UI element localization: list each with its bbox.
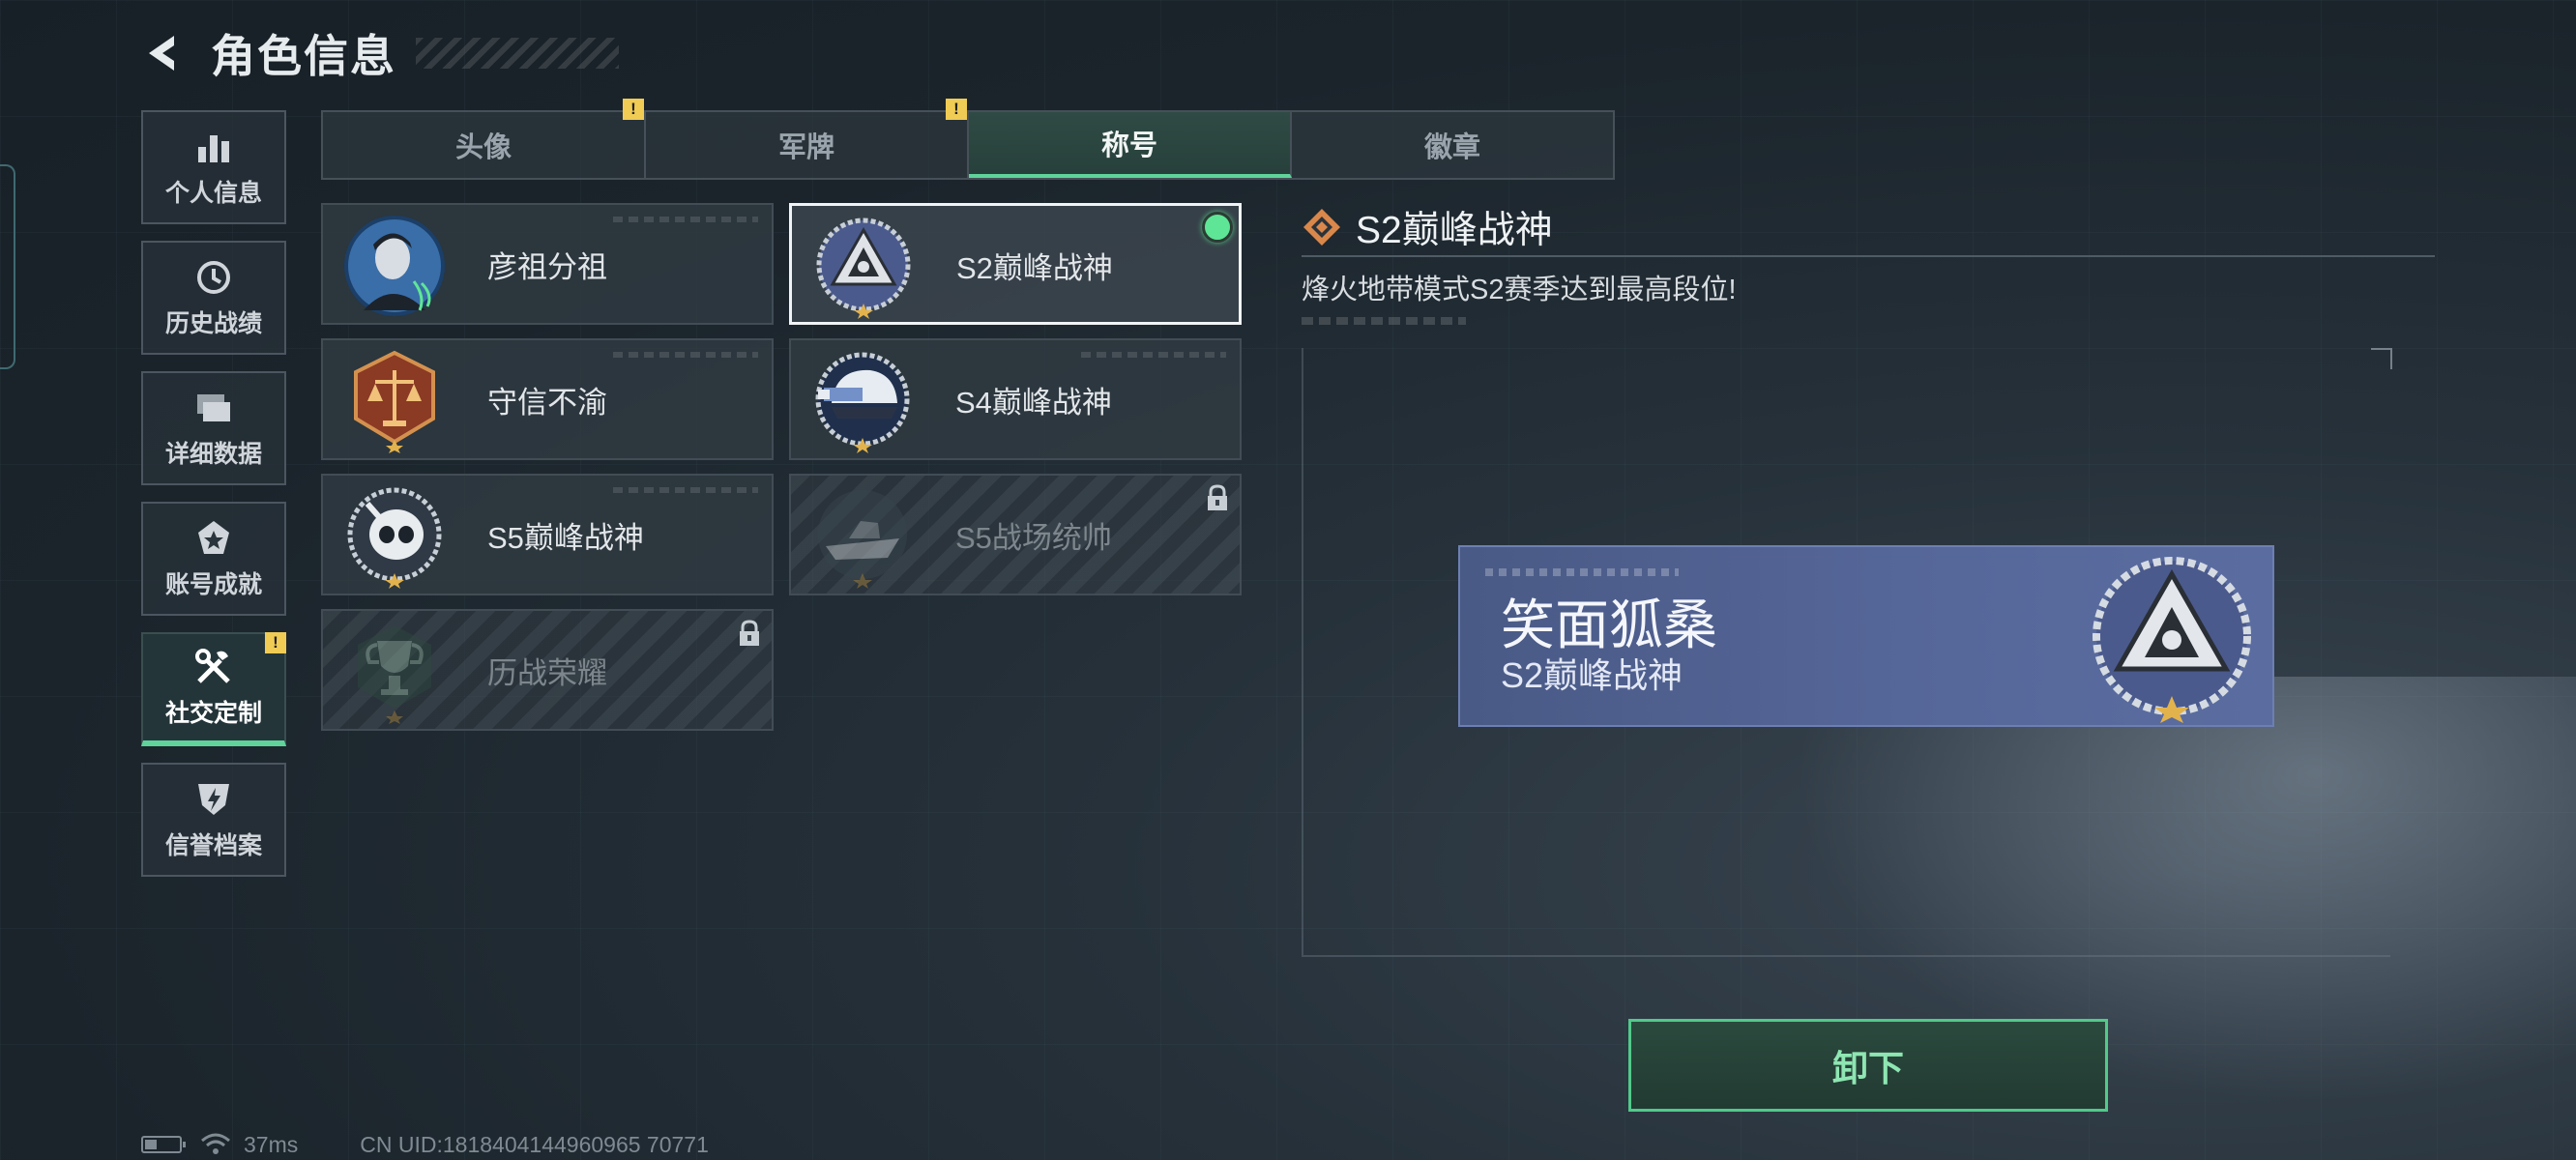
folders-icon (192, 387, 235, 429)
page-title: 角色信息 (211, 31, 396, 81)
detail-header: S2巅峰战神 (1302, 203, 2435, 251)
status-bar: 37ms CN UID:1818404144960965 70771 (141, 1131, 709, 1158)
peak-triangle-emblem-icon (2093, 557, 2251, 723)
card-decoration (613, 217, 758, 222)
title-card[interactable]: 守信不渝 (321, 338, 774, 460)
portrait-avatar-icon (344, 216, 445, 316)
tab-badge[interactable]: 徽章 (1292, 112, 1613, 178)
wifi-icon (201, 1133, 230, 1154)
tab-title[interactable]: 称号 (969, 112, 1292, 178)
tab-label: 军牌 (777, 132, 834, 163)
title-card-label: S5战场统帅 (955, 520, 1112, 555)
nameplate-title: S2巅峰战神 (1501, 655, 1683, 695)
title-card-label: 历战荣耀 (487, 655, 607, 690)
boat-emblem-icon (818, 490, 907, 589)
title-card-selected[interactable]: S2巅峰战神 (789, 203, 1242, 325)
achievement-star-icon (192, 517, 235, 560)
detail-decoration (1302, 317, 1466, 325)
lock-icon (1208, 484, 1227, 510)
unequip-button[interactable]: 卸下 (1628, 1019, 2108, 1112)
detail-description: 烽火地带模式S2赛季达到最高段位! (1302, 275, 1737, 305)
card-decoration (613, 352, 758, 358)
tab-label: 称号 (1100, 130, 1157, 161)
nav-label: 账号成就 (164, 571, 262, 598)
title-card-label: S5巅峰战神 (487, 520, 644, 555)
nameplate-decoration (1485, 568, 1679, 576)
back-button[interactable] (135, 24, 193, 82)
shield-bolt-icon (192, 778, 235, 821)
title-card[interactable]: 彦祖分祖 (321, 203, 774, 325)
tab-avatar[interactable]: 头像 ! (323, 99, 646, 178)
side-edge-tab[interactable] (0, 164, 15, 369)
tab-label: 徽章 (1423, 132, 1480, 163)
helmet-emblem-icon (815, 352, 910, 453)
nav-label: 社交定制 (164, 700, 262, 727)
equipped-indicator (1202, 212, 1233, 243)
nav-label: 详细数据 (164, 441, 262, 468)
detail-title: S2巅峰战神 (1356, 210, 1553, 251)
uid-text: CN UID:1818404144960965 70771 (360, 1131, 709, 1157)
battery-level (145, 1140, 157, 1149)
side-nav: 个人信息 历史战绩 详细数据 账号成就 ! 社交定制 信誉档案 (141, 110, 288, 893)
title-detail-panel: S2巅峰战神 烽火地带模式S2赛季达到最高段位! (1302, 203, 2435, 325)
alert-badge: ! (623, 99, 644, 120)
nav-label: 历史战绩 (164, 310, 262, 337)
alert-badge: ! (265, 632, 286, 653)
title-card-label: S2巅峰战神 (956, 250, 1113, 285)
trophy-emblem-icon (358, 625, 431, 724)
nav-item-social-custom[interactable]: ! 社交定制 (141, 632, 286, 746)
history-clock-icon (192, 256, 235, 299)
nav-label: 信誉档案 (164, 832, 262, 859)
title-card[interactable]: S4巅峰战神 (789, 338, 1242, 460)
title-card-locked[interactable]: S5战场统帅 (789, 474, 1242, 595)
tools-icon (192, 646, 235, 688)
nav-item-detailed-data[interactable]: 详细数据 (141, 371, 286, 485)
frame-corner (2371, 348, 2392, 369)
alert-badge: ! (946, 99, 967, 120)
title-card-label: 彦祖分祖 (487, 249, 607, 284)
title-decoration (416, 38, 619, 69)
justice-scale-emblem-icon (354, 350, 435, 453)
peak-triangle-emblem-icon (816, 218, 911, 319)
nameplate-preview: 笑面狐桑 S2巅峰战神 (1458, 545, 2274, 727)
page-header: 角色信息 (135, 19, 619, 87)
diamond-title-icon (1303, 209, 1340, 246)
skull-mask-emblem-icon (347, 487, 442, 589)
nav-item-history[interactable]: 历史战绩 (141, 241, 286, 355)
latency-text: 37ms (244, 1131, 299, 1157)
nav-item-achievements[interactable]: 账号成就 (141, 502, 286, 616)
bar-chart-icon (192, 126, 235, 168)
divider (1302, 255, 2435, 257)
battery-icon (141, 1136, 186, 1153)
nav-label: 个人信息 (164, 180, 262, 207)
title-card-label: 守信不渝 (487, 385, 607, 420)
title-card-label: S4巅峰战神 (955, 385, 1112, 420)
back-arrow-icon (149, 36, 174, 71)
nav-item-personal-info[interactable]: 个人信息 (141, 110, 286, 224)
title-card[interactable]: S5巅峰战神 (321, 474, 774, 595)
title-card-locked[interactable]: 历战荣耀 (321, 609, 774, 731)
category-tabs: 头像 ! 军牌 ! 称号 徽章 (321, 99, 1615, 180)
tab-label: 头像 (454, 132, 512, 163)
nav-item-credit-file[interactable]: 信誉档案 (141, 763, 286, 877)
tab-dog-tag[interactable]: 军牌 ! (646, 99, 969, 178)
lock-icon (740, 620, 759, 646)
